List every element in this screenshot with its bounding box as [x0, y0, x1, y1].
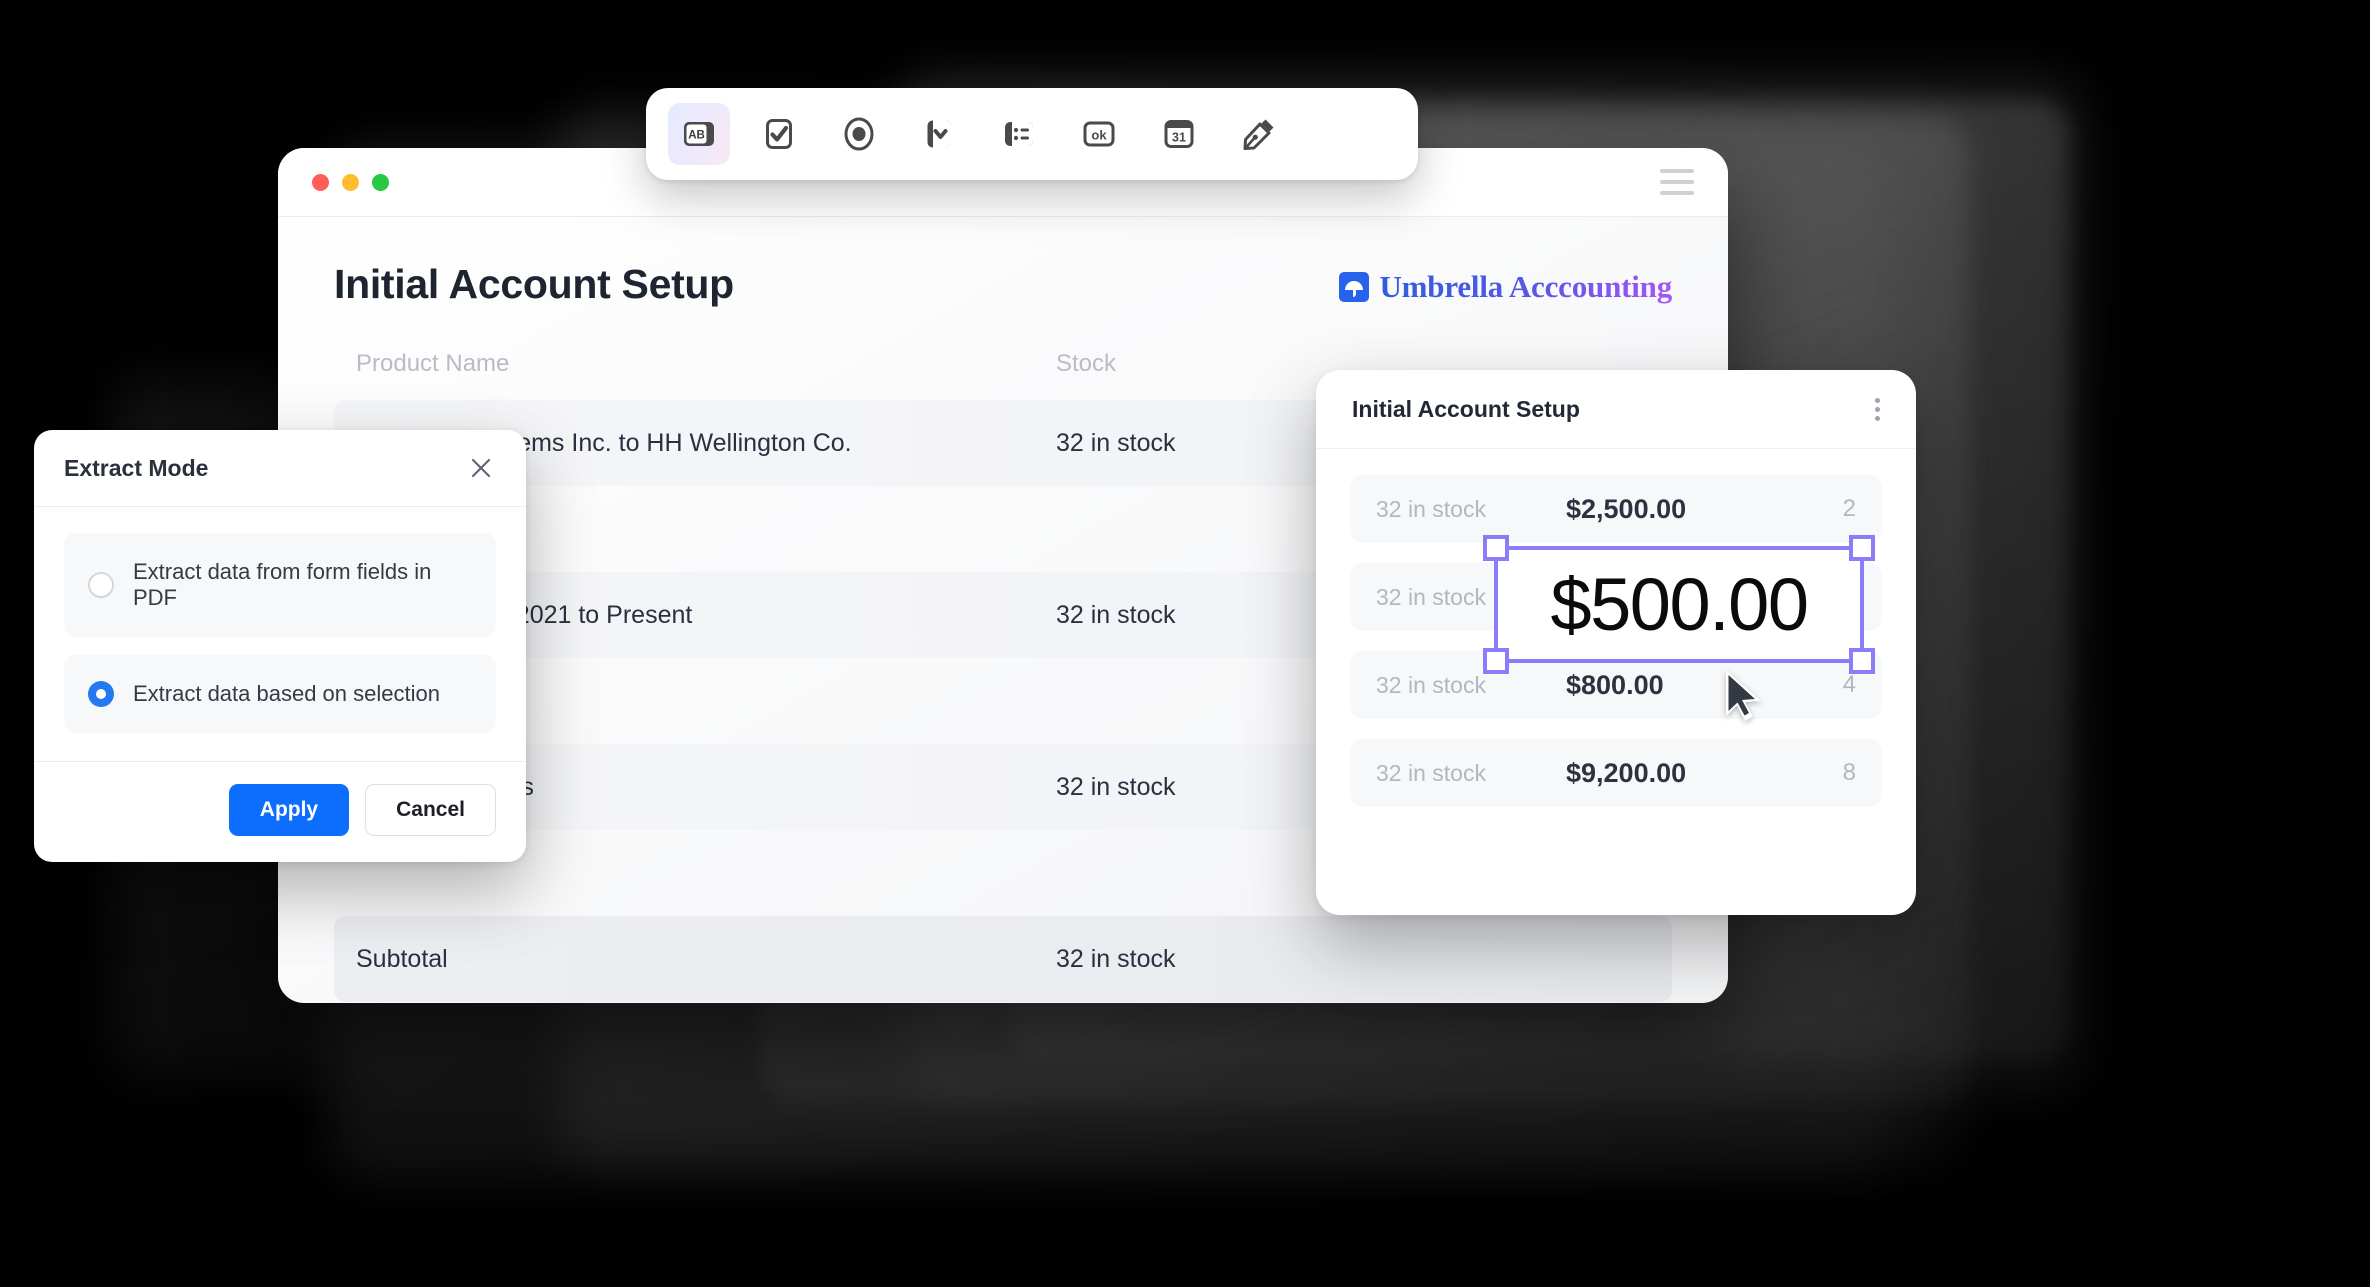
- dropdown-tool[interactable]: [908, 103, 970, 165]
- ok-button-icon: ok: [1083, 121, 1115, 147]
- signature-tool[interactable]: [1228, 103, 1290, 165]
- checkbox-tool[interactable]: [748, 103, 810, 165]
- fountain-pen-icon: [1243, 119, 1274, 150]
- calendar-icon: 31: [1164, 120, 1194, 148]
- cell-subtotal-stock: 32 in stock: [1056, 944, 1176, 973]
- apply-button[interactable]: Apply: [228, 784, 350, 836]
- traffic-light-group: [312, 173, 389, 191]
- kebab-menu-icon[interactable]: [1875, 397, 1880, 421]
- svg-text:31: 31: [1172, 131, 1186, 145]
- resize-handle-top-right[interactable]: [1849, 535, 1875, 561]
- extract-option-selection[interactable]: Extract data based on selection: [64, 655, 496, 733]
- cancel-button[interactable]: Cancel: [365, 784, 496, 836]
- cell-price: $800.00: [1566, 669, 1664, 700]
- svg-text:AB: AB: [688, 129, 705, 141]
- close-window-button[interactable]: [312, 173, 329, 191]
- text-field-icon: AB: [684, 122, 714, 146]
- background-canvas: Initial Account Setup Umbrella Acccounti…: [0, 0, 2370, 1287]
- cell-stock: 32 in stock: [1376, 495, 1486, 522]
- panel-header: Initial Account Setup: [1316, 370, 1916, 449]
- svg-text:ok: ok: [1091, 128, 1107, 143]
- minimize-window-button[interactable]: [342, 173, 359, 191]
- cell-qty: 8: [1842, 759, 1856, 786]
- dialog-body: Extract data from form fields in PDF Ext…: [34, 507, 526, 761]
- panel-title: Initial Account Setup: [1352, 395, 1580, 422]
- dialog-header: Extract Mode: [34, 430, 526, 507]
- list-box-icon: [1005, 122, 1033, 146]
- cell-qty: 4: [1842, 671, 1856, 698]
- list-item[interactable]: 32 in stock $9,200.00 8: [1350, 739, 1882, 807]
- radio-icon-unselected[interactable]: [88, 572, 114, 598]
- brand-name: Umbrella Acccounting: [1379, 269, 1673, 304]
- extract-option-label: Extract data based on selection: [133, 681, 440, 706]
- brand-logo: Umbrella Acccounting: [1338, 269, 1673, 305]
- cell-stock: 32 in stock: [1376, 671, 1486, 698]
- extract-option-form-fields[interactable]: Extract data from form fields in PDF: [64, 533, 496, 637]
- list-box-tool[interactable]: [988, 103, 1050, 165]
- checkbox-icon: [766, 119, 792, 149]
- button-tool[interactable]: ok: [1068, 103, 1130, 165]
- radio-button-tool[interactable]: [828, 103, 890, 165]
- cell-price: $9,200.00: [1566, 757, 1687, 788]
- dialog-title: Extract Mode: [64, 454, 209, 481]
- extract-mode-dialog: Extract Mode Extract data from form fiel…: [34, 430, 526, 862]
- selected-value-text: $500.00: [1550, 563, 1810, 646]
- cell-price: $2,500.00: [1566, 493, 1687, 524]
- date-field-tool[interactable]: 31: [1148, 103, 1210, 165]
- table-row-subtotal[interactable]: Subtotal 32 in stock: [334, 916, 1672, 1002]
- umbrella-icon: [1338, 272, 1369, 302]
- dropdown-icon: [927, 120, 951, 148]
- document-header: Initial Account Setup Umbrella Acccounti…: [334, 261, 1672, 308]
- resize-handle-bottom-left[interactable]: [1483, 648, 1509, 674]
- extract-option-label: Extract data from form fields in PDF: [133, 559, 432, 610]
- text-field-tool[interactable]: AB: [668, 103, 730, 165]
- column-header-product-name: Product Name: [356, 350, 510, 377]
- page-title: Initial Account Setup: [334, 261, 734, 307]
- hamburger-menu-icon[interactable]: [1660, 169, 1694, 195]
- resize-handle-bottom-right[interactable]: [1849, 648, 1875, 674]
- resize-handle-top-left[interactable]: [1483, 535, 1509, 561]
- radio-icon-selected[interactable]: [88, 681, 114, 707]
- list-item[interactable]: 32 in stock $2,500.00 2: [1350, 475, 1882, 543]
- maximize-window-button[interactable]: [372, 173, 389, 191]
- selected-value-box[interactable]: $500.00: [1483, 535, 1875, 674]
- close-icon[interactable]: [466, 453, 496, 483]
- radio-button-icon: [844, 117, 874, 151]
- cell-qty: 2: [1842, 495, 1856, 522]
- cell-stock: 32 in stock: [1376, 759, 1486, 786]
- form-field-toolbar: AB ok 31: [646, 88, 1418, 180]
- dialog-footer: Apply Cancel: [34, 761, 526, 862]
- cell-subtotal-label: Subtotal: [356, 944, 448, 973]
